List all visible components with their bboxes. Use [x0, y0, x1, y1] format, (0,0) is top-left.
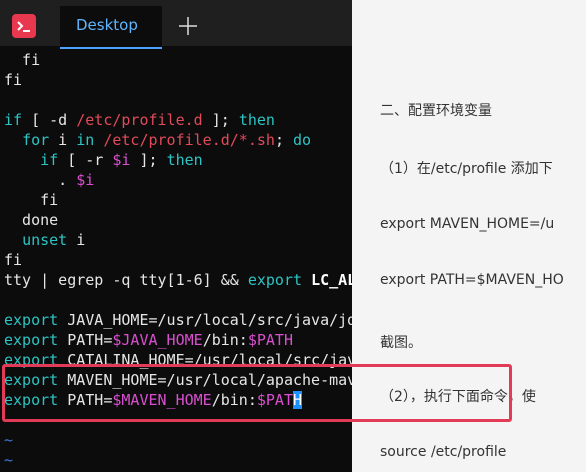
- highlight-box: [2, 364, 512, 422]
- doc-line: 截图。: [380, 335, 422, 351]
- terminal-line: fi: [4, 191, 59, 209]
- terminal-icon[interactable]: [12, 14, 36, 38]
- terminal-line: if [ -r $i ]; then: [40, 151, 203, 169]
- terminal-line: fi: [4, 251, 23, 269]
- terminal-line: fi: [4, 51, 41, 69]
- title-bar: Desktop: [0, 0, 352, 49]
- terminal-line: unset i: [22, 231, 86, 249]
- terminal-line: fi: [4, 71, 23, 89]
- tab-label: Desktop: [76, 16, 138, 34]
- terminal-line: . $i: [4, 171, 95, 189]
- doc-heading: 二、配置环境变量: [380, 103, 492, 119]
- plus-icon[interactable]: [176, 14, 200, 38]
- terminal-line: ~: [4, 431, 14, 449]
- terminal-line: if [ -d /etc/profile.d ]; then: [4, 111, 275, 129]
- terminal-line: for i in /etc/profile.d/*.sh; do: [22, 131, 312, 149]
- doc-line: export PATH=$MAVEN_HO: [380, 272, 564, 288]
- doc-line: source /etc/profile: [380, 444, 507, 460]
- terminal-line: ~: [4, 451, 14, 469]
- active-tab-indicator: [60, 47, 162, 49]
- tab-desktop[interactable]: Desktop: [60, 6, 162, 49]
- terminal-line: export PATH=$JAVA_HOME/bin:$PATH: [4, 331, 293, 349]
- terminal-line: tty | egrep -q tty[1-6] && export LC_ALL…: [4, 271, 352, 289]
- terminal-line: done: [4, 211, 59, 229]
- terminal-line: export JAVA_HOME=/usr/local/src/java/jdk…: [4, 311, 352, 329]
- doc-line: export MAVEN_HOME=/u: [380, 216, 555, 232]
- doc-line: （1）在/etc/profile 添加下: [380, 161, 553, 177]
